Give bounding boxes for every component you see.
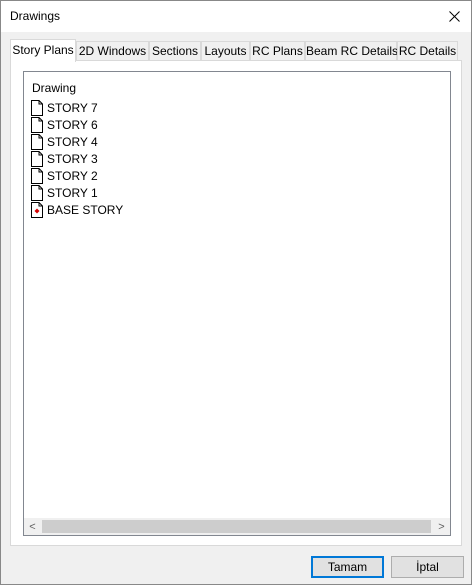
document-icon [31, 150, 43, 167]
tree-item-label: STORY 4 [47, 134, 98, 149]
cancel-button[interactable]: İptal [391, 556, 464, 578]
tree-item-story-1[interactable]: STORY 1 [30, 184, 98, 201]
tree-item-label: BASE STORY [47, 202, 124, 217]
tree-item-label: STORY 7 [47, 100, 98, 115]
tree-item-story-3[interactable]: STORY 3 [30, 150, 98, 167]
ok-button[interactable]: Tamam [311, 556, 384, 578]
tree-item-story-7[interactable]: STORY 7 [30, 99, 98, 116]
tree-item-story-4[interactable]: STORY 4 [30, 133, 98, 150]
tree-item-base-story[interactable]: BASE STORY [30, 201, 123, 218]
scroll-right-button[interactable]: > [433, 518, 450, 535]
document-icon [31, 133, 43, 150]
title-bar: Drawings [1, 1, 471, 32]
drawings-dialog: Drawings Story Plans 2D Windows Sections… [0, 0, 472, 585]
drawing-tree[interactable]: Drawing STORY 7 STORY 6 STORY 4 STORY 3 … [23, 71, 451, 536]
document-icon [31, 184, 43, 201]
tree-item-label: STORY 6 [47, 117, 98, 132]
close-icon [448, 11, 460, 22]
tree-item-label: STORY 1 [47, 185, 98, 200]
tab-strip: Story Plans 2D Windows Sections Layouts … [10, 39, 462, 62]
tree-item-story-6[interactable]: STORY 6 [30, 116, 98, 133]
document-icon [31, 116, 43, 133]
tab-story-plans[interactable]: Story Plans [10, 39, 76, 62]
tab-rc-plans[interactable]: RC Plans [250, 41, 305, 61]
base-document-icon [31, 201, 43, 218]
window-title: Drawings [10, 9, 61, 23]
tab-2d-windows[interactable]: 2D Windows [76, 41, 149, 61]
story-plans-panel: Drawing STORY 7 STORY 6 STORY 4 STORY 3 … [10, 60, 462, 546]
tab-rc-details[interactable]: RC Details [397, 41, 458, 61]
document-icon [31, 99, 43, 116]
tab-sections[interactable]: Sections [149, 41, 201, 61]
close-button[interactable] [437, 1, 471, 32]
chevron-left-icon: < [29, 520, 36, 533]
document-icon [31, 167, 43, 184]
tree-header: Drawing [32, 81, 77, 95]
tab-beam-rc-details[interactable]: Beam RC Details [305, 41, 398, 61]
chevron-right-icon: > [438, 520, 445, 533]
horizontal-scrollbar[interactable]: < > [24, 518, 450, 535]
tree-item-label: STORY 3 [47, 151, 98, 166]
tab-layouts[interactable]: Layouts [201, 41, 250, 61]
tree-item-label: STORY 2 [47, 168, 98, 183]
tree-item-story-2[interactable]: STORY 2 [30, 167, 98, 184]
scroll-thumb[interactable] [42, 520, 431, 533]
scroll-left-button[interactable]: < [24, 518, 41, 535]
